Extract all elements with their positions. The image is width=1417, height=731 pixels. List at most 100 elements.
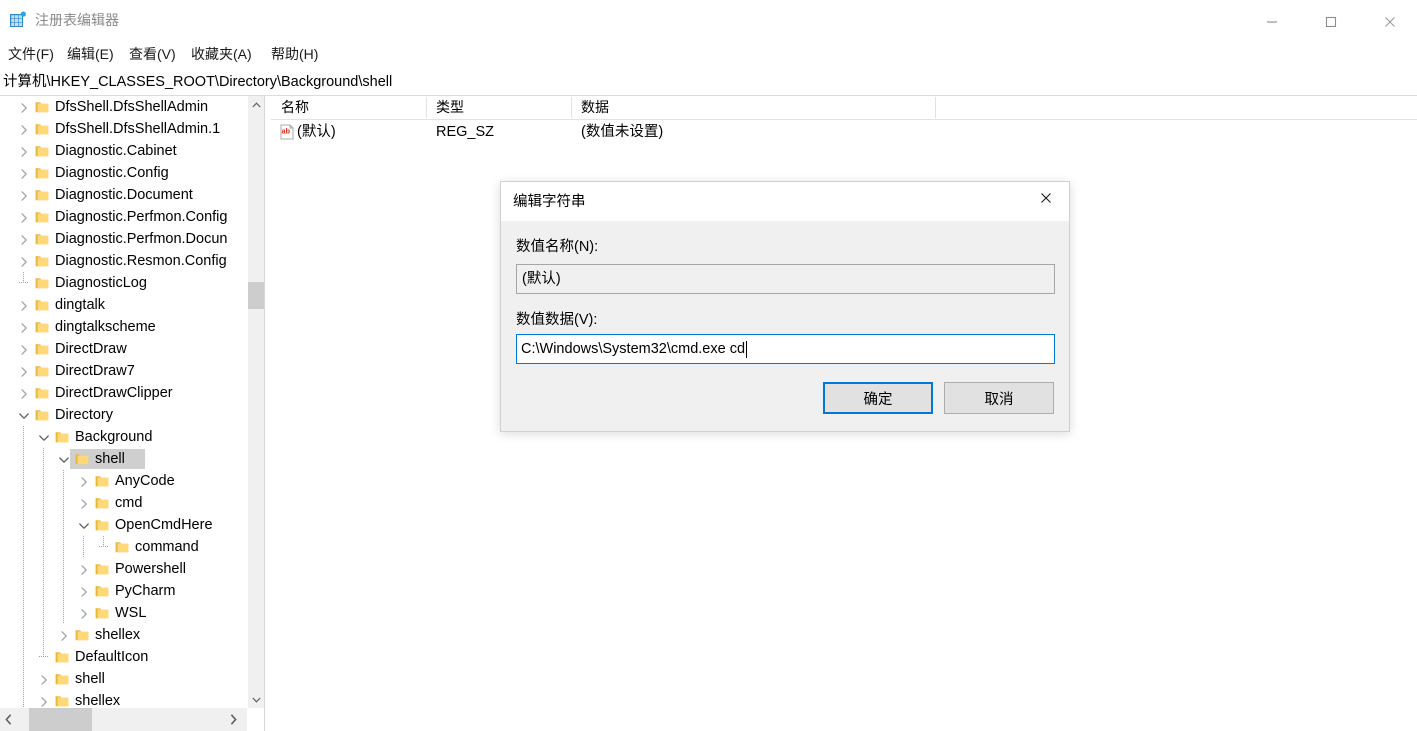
tree-item-label: shell [75,671,105,687]
chevron-down-icon[interactable] [78,519,90,531]
maximize-button[interactable] [1308,6,1354,38]
tree-item-directdraw7[interactable]: DirectDraw7 [0,360,247,382]
menu-item-0[interactable]: 文件(F) [5,42,57,66]
chevron-right-icon[interactable] [18,299,30,311]
tree-item-shell[interactable]: shell [0,448,247,470]
chevron-right-icon[interactable] [78,497,90,509]
tree-item-dfsshell-dfsshelladmin-1[interactable]: DfsShell.DfsShellAdmin.1 [0,118,247,140]
tree-vertical-scrollbar[interactable] [247,96,265,708]
column-divider-1[interactable] [571,97,572,118]
tree-item-diagnosticlog[interactable]: DiagnosticLog [0,272,247,294]
tree-item-powershell[interactable]: Powershell [0,558,247,580]
tree-item-directdrawclipper[interactable]: DirectDrawClipper [0,382,247,404]
chevron-down-icon[interactable] [18,409,30,421]
column-header-0[interactable]: 名称 [281,98,309,117]
chevron-right-icon[interactable] [38,695,50,707]
tree-item-label: shell [95,451,125,467]
chevron-right-icon[interactable] [18,167,30,179]
tree-item-label: Diagnostic.Config [55,165,169,181]
tree-item-shellex[interactable]: shellex [0,690,247,708]
close-button[interactable] [1367,6,1413,38]
chevron-right-icon[interactable] [18,233,30,245]
tree-item-shell[interactable]: shell [0,668,247,690]
chevron-down-icon[interactable] [58,453,70,465]
scroll-down-button[interactable] [248,691,265,708]
value-data-label: 数值数据(V): [516,312,598,328]
registry-tree[interactable]: DfsShell.DfsShellAdmin DfsShell.DfsShellA… [0,96,247,708]
cancel-button[interactable]: 取消 [944,382,1054,414]
tree-item-wsl[interactable]: WSL [0,602,247,624]
chevron-right-icon[interactable] [78,585,90,597]
tree-item-label: Diagnostic.Cabinet [55,143,177,159]
value-data-input[interactable]: C:\Windows\System32\cmd.exe cd [516,334,1055,364]
menu-item-4[interactable]: 帮助(H) [268,42,321,66]
tree-item-pycharm[interactable]: PyCharm [0,580,247,602]
dialog-close-icon[interactable] [1023,182,1069,214]
tree-hscroll-thumb[interactable] [29,708,92,731]
tree-item-shellex[interactable]: shellex [0,624,247,646]
tree-item-diagnostic-perfmon-docun[interactable]: Diagnostic.Perfmon.Docun [0,228,247,250]
tree-item-dingtalkscheme[interactable]: dingtalkscheme [0,316,247,338]
column-header-2[interactable]: 数据 [581,98,609,117]
column-divider-2[interactable] [935,97,936,118]
chevron-right-icon[interactable] [38,673,50,685]
tree-item-label: DfsShell.DfsShellAdmin [55,99,209,115]
window-titlebar: 注册表编辑器 [0,0,1417,41]
tree-item-opencmdhere[interactable]: OpenCmdHere [0,514,247,536]
tree-item-label: AnyCode [115,473,175,489]
chevron-right-icon[interactable] [18,145,30,157]
tree-item-dfsshell-dfsshelladmin[interactable]: DfsShell.DfsShellAdmin [0,96,247,118]
tree-item-dingtalk[interactable]: dingtalk [0,294,247,316]
scroll-left-button[interactable] [0,708,17,731]
tree-guide-line [23,448,24,470]
chevron-right-icon[interactable] [18,321,30,333]
menu-item-2[interactable]: 查看(V) [126,42,179,66]
tree-item-diagnostic-config[interactable]: Diagnostic.Config [0,162,247,184]
tree-guide-line [43,470,44,492]
chevron-right-icon[interactable] [78,607,90,619]
chevron-down-icon[interactable] [38,431,50,443]
tree-item-anycode[interactable]: AnyCode [0,470,247,492]
tree-guide-line [63,580,64,602]
chevron-right-icon[interactable] [18,189,30,201]
chevron-right-icon[interactable] [18,343,30,355]
tree-scroll-thumb[interactable] [248,282,265,309]
value-data-cell: (数值未设置) [581,124,664,140]
tree-item-diagnostic-perfmon-config[interactable]: Diagnostic.Perfmon.Config [0,206,247,228]
tree-item-directdraw[interactable]: DirectDraw [0,338,247,360]
chevron-right-icon[interactable] [78,563,90,575]
value-name-input[interactable]: (默认) [516,264,1055,294]
tree-item-diagnostic-cabinet[interactable]: Diagnostic.Cabinet [0,140,247,162]
tree-guide-line [43,492,44,514]
chevron-right-icon[interactable] [18,387,30,399]
tree-horizontal-scrollbar[interactable] [0,708,247,731]
chevron-right-icon[interactable] [18,365,30,377]
tree-item-defaulticon[interactable]: DefaultIcon [0,646,247,668]
table-row[interactable]: ab (默认) REG_SZ (数值未设置) [271,121,1417,143]
chevron-right-icon[interactable] [18,123,30,135]
tree-item-cmd[interactable]: cmd [0,492,247,514]
tree-item-command[interactable]: command [0,536,247,558]
menu-item-3[interactable]: 收藏夹(A) [188,42,255,66]
menu-item-1[interactable]: 编辑(E) [64,42,117,66]
folder-icon [35,298,49,312]
address-bar[interactable]: 计算机\HKEY_CLASSES_ROOT\Directory\Backgrou… [0,69,1417,96]
column-divider-0[interactable] [426,97,427,118]
tree-guide-line [63,514,64,536]
tree-item-background[interactable]: Background [0,426,247,448]
chevron-right-icon[interactable] [78,475,90,487]
chevron-right-icon[interactable] [18,101,30,113]
tree-item-diagnostic-resmon-config[interactable]: Diagnostic.Resmon.Config [0,250,247,272]
minimize-button[interactable] [1249,6,1295,38]
tree-item-diagnostic-document[interactable]: Diagnostic.Document [0,184,247,206]
ok-button[interactable]: 确定 [823,382,933,414]
scroll-right-button[interactable] [225,708,242,731]
registry-editor-icon [9,11,27,29]
chevron-right-icon[interactable] [58,629,70,641]
scroll-up-button[interactable] [248,96,265,113]
chevron-right-icon[interactable] [18,255,30,267]
tree-item-label: command [135,539,199,555]
chevron-right-icon[interactable] [18,211,30,223]
tree-item-directory[interactable]: Directory [0,404,247,426]
column-header-1[interactable]: 类型 [436,98,464,117]
